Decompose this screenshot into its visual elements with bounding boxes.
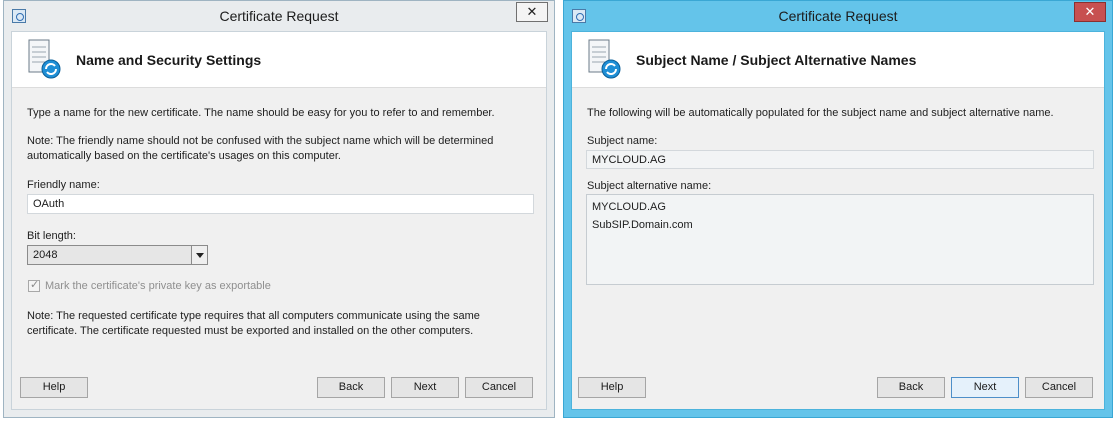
certificate-request-dialog-name-security: Certificate Request ✕ Name and Security …: [3, 0, 555, 418]
close-button[interactable]: ✕: [516, 2, 548, 22]
next-button[interactable]: Next: [391, 377, 459, 398]
certificate-request-dialog-subject-names: Certificate Request ✕ Subject Name / Sub…: [563, 0, 1113, 418]
friendly-name-note: Note: The friendly name should not be co…: [27, 135, 494, 162]
dropdown-arrow-icon[interactable]: [191, 246, 207, 264]
window-title: Certificate Request: [219, 8, 339, 24]
window-title: Certificate Request: [778, 8, 898, 24]
san-label: Subject alternative name:: [587, 180, 712, 192]
help-button[interactable]: Help: [578, 377, 646, 398]
cancel-button[interactable]: Cancel: [1025, 377, 1093, 398]
help-button[interactable]: Help: [20, 377, 88, 398]
wizard-header: Subject Name / Subject Alternative Names: [572, 32, 1104, 88]
bit-length-select[interactable]: 2048: [27, 245, 208, 265]
wizard-header: Name and Security Settings: [12, 32, 546, 88]
bit-length-value: 2048: [33, 249, 58, 261]
list-item: SubSIP.Domain.com: [592, 219, 693, 231]
subject-name-field[interactable]: MYCLOUD.AG: [586, 150, 1094, 169]
cancel-button[interactable]: Cancel: [465, 377, 533, 398]
san-list[interactable]: MYCLOUD.AG SubSIP.Domain.com: [586, 194, 1094, 285]
back-button[interactable]: Back: [877, 377, 945, 398]
title-bar[interactable]: Certificate Request ✕: [4, 1, 554, 31]
intro-text: Type a name for the new certificate. The…: [27, 107, 495, 119]
close-button[interactable]: ✕: [1074, 2, 1106, 22]
bit-length-label: Bit length:: [27, 230, 76, 242]
intro-text: The following will be automatically popu…: [587, 107, 1054, 119]
subject-name-label: Subject name:: [587, 135, 658, 147]
friendly-name-field[interactable]: OAuth: [27, 194, 534, 214]
list-item: MYCLOUD.AG: [592, 201, 666, 213]
back-button[interactable]: Back: [317, 377, 385, 398]
page-title: Name and Security Settings: [76, 52, 262, 68]
friendly-name-label: Friendly name:: [27, 179, 100, 191]
dialog-body: Subject Name / Subject Alternative Names…: [571, 31, 1105, 410]
export-note: Note: The requested certificate type req…: [27, 310, 480, 337]
dialog-body: Name and Security Settings Type a name f…: [11, 31, 547, 410]
page-title: Subject Name / Subject Alternative Names: [636, 52, 917, 68]
next-button[interactable]: Next: [951, 377, 1019, 398]
certificate-wizard-icon: [28, 39, 61, 79]
title-bar[interactable]: Certificate Request ✕: [564, 1, 1112, 31]
exportable-checkbox-label: Mark the certificate's private key as ex…: [45, 280, 271, 292]
exportable-checkbox[interactable]: [28, 278, 40, 292]
certificate-wizard-icon: [588, 39, 621, 79]
